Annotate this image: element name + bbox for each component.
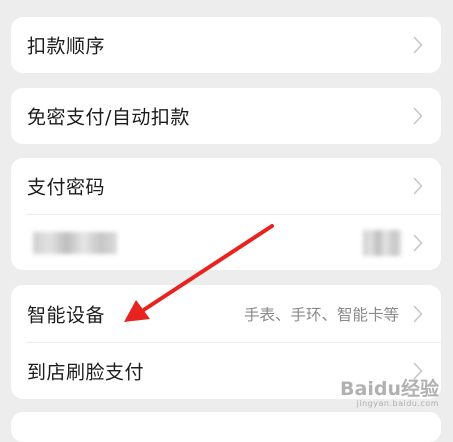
next-card [11, 412, 441, 442]
smart-device-row[interactable]: 智能设备 手表、手环、智能卡等 [11, 285, 441, 342]
deduction-order-row[interactable]: 扣款顺序 [11, 17, 441, 73]
chevron-right-icon [413, 305, 423, 322]
redacted-setting-row[interactable] [11, 215, 441, 270]
deduction-order-label: 扣款顺序 [27, 35, 106, 58]
payment-password-row[interactable]: 支付密码 [11, 158, 441, 214]
chevron-right-icon [413, 234, 423, 251]
chevron-right-icon [413, 36, 423, 54]
chevron-right-icon [413, 177, 423, 195]
deduction-order-card: 扣款顺序 [11, 17, 441, 73]
smart-device-value: 手表、手环、智能卡等 [243, 305, 399, 324]
smart-device-label: 智能设备 [27, 304, 106, 326]
payment-password-label: 支付密码 [27, 176, 106, 199]
redacted-value [363, 229, 401, 256]
password-free-card: 免密支付/自动扣款 [11, 88, 441, 144]
watermark-text: Baidu经验 [340, 378, 439, 400]
password-free-row[interactable]: 免密支付/自动扣款 [11, 88, 441, 144]
password-free-label: 免密支付/自动扣款 [27, 106, 190, 129]
password-card: 支付密码 [11, 158, 441, 270]
face-pay-label: 到店刷脸支付 [27, 361, 145, 384]
baidu-watermark: Baidu经验 jingyan.baidu.com [340, 374, 439, 408]
chevron-right-icon [413, 107, 423, 125]
redacted-label [33, 231, 117, 254]
